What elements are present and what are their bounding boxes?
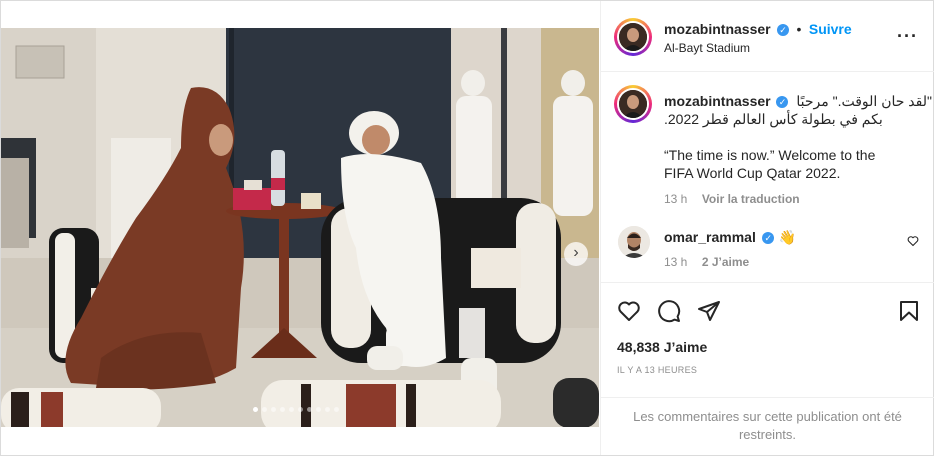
carousel-dot bbox=[289, 407, 294, 412]
author-avatar[interactable] bbox=[614, 18, 652, 56]
carousel-dot bbox=[253, 407, 258, 412]
restricted-line1: Les commentaires sur cette publication o… bbox=[633, 409, 902, 424]
carousel-indicator bbox=[253, 407, 339, 412]
caption-author-avatar[interactable] bbox=[614, 85, 652, 123]
carousel-dot bbox=[334, 407, 339, 412]
likes-count[interactable]: 48,838 J’aime bbox=[617, 339, 707, 355]
post-side-panel: mozabintnasser ✓ • Suivre Al-Bayt Stadiu… bbox=[600, 1, 934, 455]
separator-dot: • bbox=[796, 21, 802, 37]
comment-text: 👋 bbox=[778, 229, 797, 245]
verified-badge-icon: ✓ bbox=[776, 96, 789, 109]
heart-icon[interactable] bbox=[617, 299, 641, 328]
carousel-next-button[interactable]: › bbox=[564, 242, 588, 266]
post-image[interactable]: › bbox=[1, 28, 599, 427]
caption-english-line1: “The time is now.” Welcome to the bbox=[664, 147, 876, 163]
comment-time[interactable]: 13 h bbox=[664, 255, 687, 269]
restricted-line2: restreints. bbox=[738, 427, 797, 442]
post-location[interactable]: Al-Bayt Stadium bbox=[664, 41, 750, 55]
commenter-avatar[interactable] bbox=[618, 226, 650, 258]
post-timestamp[interactable]: IL Y A 13 HEURES bbox=[617, 365, 697, 375]
carousel-dot bbox=[271, 407, 276, 412]
more-options-icon[interactable]: ··· bbox=[897, 26, 918, 47]
commenter-username[interactable]: omar_rammal bbox=[664, 229, 756, 245]
post-card: › mozabintnasser ✓ • Suivre Al-Bayt Stad… bbox=[0, 0, 934, 456]
carousel-dot bbox=[316, 407, 321, 412]
send-icon[interactable] bbox=[697, 299, 721, 328]
caption-arabic-line1: لقد حان الوقت." مرحبًا" bbox=[796, 93, 932, 109]
comment-like-icon[interactable] bbox=[907, 234, 919, 252]
carousel-dot bbox=[325, 407, 330, 412]
comment-likes[interactable]: 2 J’aime bbox=[702, 255, 749, 269]
comments-restricted-notice: Les commentaires sur cette publication o… bbox=[601, 397, 934, 455]
caption-english-line2: FIFA World Cup Qatar 2022. bbox=[664, 165, 841, 181]
carousel-dot bbox=[262, 407, 267, 412]
carousel-dot bbox=[298, 407, 303, 412]
carousel-dot bbox=[307, 407, 312, 412]
verified-badge-icon: ✓ bbox=[762, 231, 775, 244]
comment-icon[interactable] bbox=[657, 299, 681, 328]
caption-arabic-line2: .بكم في بطولة كأس العالم قطر 2022 bbox=[664, 111, 883, 127]
action-bar bbox=[601, 282, 934, 343]
photo-illustration bbox=[1, 28, 599, 427]
caption-block: mozabintnasser ✓ لقد حان الوقت." مرحبًا"… bbox=[664, 92, 932, 208]
carousel-dot bbox=[280, 407, 285, 412]
verified-badge-icon: ✓ bbox=[777, 23, 790, 36]
caption-username[interactable]: mozabintnasser bbox=[664, 93, 771, 109]
author-username[interactable]: mozabintnasser bbox=[664, 21, 771, 37]
caption-time[interactable]: 13 h bbox=[664, 192, 687, 206]
post-header: mozabintnasser ✓ • Suivre Al-Bayt Stadiu… bbox=[601, 1, 934, 72]
see-translation-link[interactable]: Voir la traduction bbox=[702, 192, 800, 206]
bookmark-icon[interactable] bbox=[897, 299, 921, 328]
follow-button[interactable]: Suivre bbox=[809, 21, 852, 37]
